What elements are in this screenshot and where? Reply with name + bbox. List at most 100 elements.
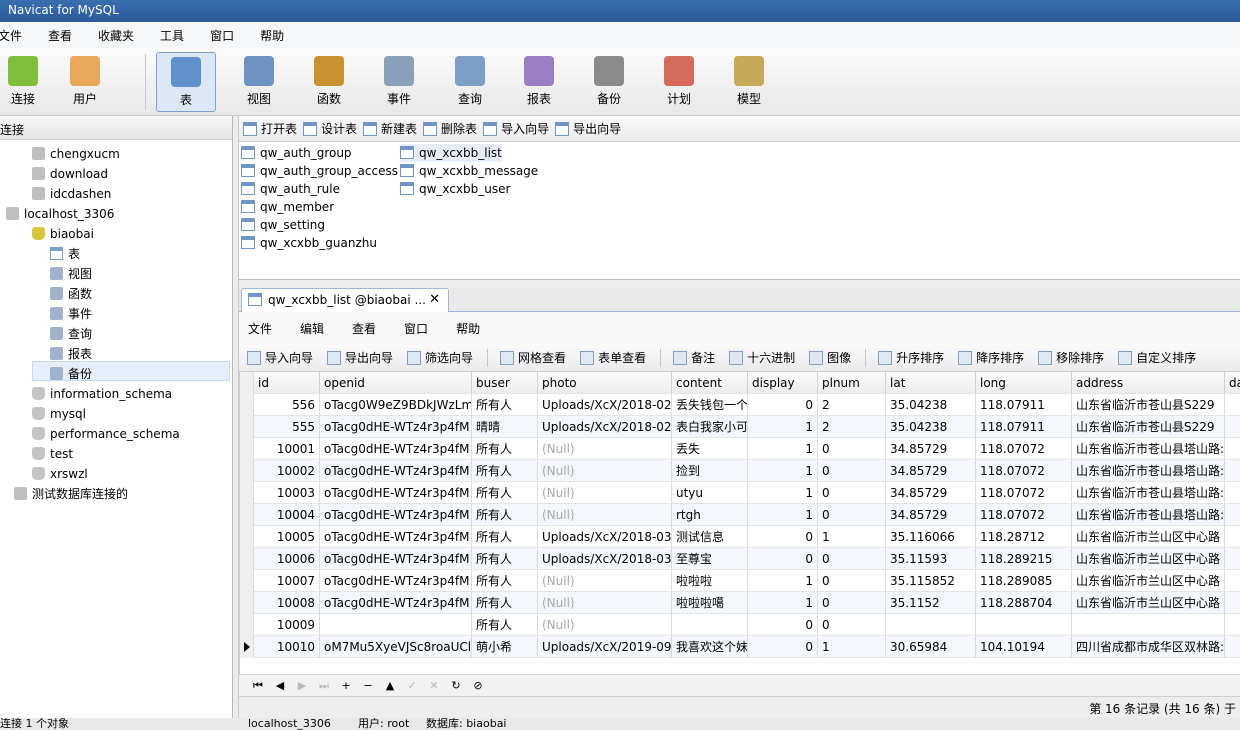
grid-cell-id[interactable]: 10005 <box>254 526 320 548</box>
grid-cell-lat[interactable] <box>886 614 976 636</box>
grid-cell-da[interactable] <box>1225 570 1240 592</box>
grid-cell-da[interactable] <box>1225 460 1240 482</box>
row-indicator[interactable] <box>240 592 254 614</box>
grid-cell-da[interactable] <box>1225 482 1240 504</box>
row-indicator[interactable] <box>240 504 254 526</box>
tree-item-localhost_3306[interactable]: localhost_3306 <box>6 204 114 224</box>
column-header-openid[interactable]: openid <box>320 372 472 394</box>
grid-cell-photo[interactable]: Uploads/XcX/2018-02- <box>538 394 672 416</box>
tree-item-biaobai[interactable]: biaobai <box>32 224 94 244</box>
toolbar-report-button[interactable]: 报表 <box>509 52 569 112</box>
grid-cell-display[interactable]: 1 <box>748 482 818 504</box>
table-item-qw_member[interactable]: qw_member <box>241 198 334 216</box>
toolbar-table-button[interactable]: 表 <box>156 52 216 112</box>
grid-cell-id[interactable]: 556 <box>254 394 320 416</box>
grid-cell-plnum[interactable]: 2 <box>818 416 886 438</box>
tree-item-mysql[interactable]: mysql <box>32 404 86 424</box>
grid-cell-openid[interactable]: oTacg0dHE-WTz4r3p4fM <box>320 482 472 504</box>
grid-cell-content[interactable]: 丢失 <box>672 438 748 460</box>
horizontal-splitter[interactable] <box>239 280 1240 288</box>
grid-cell-long[interactable]: 118.07911 <box>976 416 1072 438</box>
grid-cell-lat[interactable]: 35.11593 <box>886 548 976 570</box>
toolbar-user-button[interactable]: 用户 <box>55 52 115 112</box>
grid-cell-lat[interactable]: 35.1152 <box>886 592 976 614</box>
grid-cell-address[interactable]: 四川省成都市成华区双林路: <box>1072 636 1225 658</box>
export-wizard-button[interactable]: 导出向导 <box>327 349 393 366</box>
grid-cell-da[interactable] <box>1225 416 1240 438</box>
menu-view[interactable]: 查看 <box>48 27 72 44</box>
row-indicator[interactable] <box>240 438 254 460</box>
grid-cell-buser[interactable]: 萌小希 <box>472 636 538 658</box>
table-row[interactable]: 10006 oTacg0dHE-WTz4r3p4fM 所有人 Uploads/XcX/… <box>240 548 1240 570</box>
grid-cell-da[interactable] <box>1225 548 1240 570</box>
refresh-icon[interactable]: ↻ <box>445 679 467 692</box>
grid-cell-photo[interactable]: Uploads/XcX/2018-02- <box>538 416 672 438</box>
grid-cell-id[interactable]: 10001 <box>254 438 320 460</box>
grid-cell-buser[interactable]: 所有人 <box>472 548 538 570</box>
grid-cell-display[interactable]: 1 <box>748 592 818 614</box>
grid-cell-long[interactable]: 118.289215 <box>976 548 1072 570</box>
grid-cell-long[interactable]: 104.10194 <box>976 636 1072 658</box>
grid-cell-id[interactable]: 10008 <box>254 592 320 614</box>
table-row[interactable]: 10003 oTacg0dHE-WTz4r3p4fM 所有人 (Null) utyu 1 0… <box>240 482 1240 504</box>
grid-cell-id[interactable]: 10002 <box>254 460 320 482</box>
table-row[interactable]: 10010 oM7Mu5XyeVJSc8roaUCl 萌小希 Uploads/XcX/… <box>240 636 1240 658</box>
sort-asc-button[interactable]: 升序排序 <box>878 349 944 366</box>
table-item-qw_setting[interactable]: qw_setting <box>241 216 325 234</box>
grid-cell-address[interactable] <box>1072 614 1225 636</box>
grid-cell-content[interactable]: 表白我家小可 <box>672 416 748 438</box>
grid-cell-long[interactable]: 118.07072 <box>976 482 1072 504</box>
grid-cell-photo[interactable]: (Null) <box>538 438 672 460</box>
grid-cell-photo[interactable]: (Null) <box>538 482 672 504</box>
toolbar-schedule-button[interactable]: 计划 <box>649 52 709 112</box>
grid-cell-address[interactable]: 山东省临沂市兰山区中心路 <box>1072 570 1225 592</box>
grid-cell-id[interactable]: 10004 <box>254 504 320 526</box>
grid-cell-address[interactable]: 山东省临沂市兰山区中心路 <box>1072 592 1225 614</box>
next-record-icon[interactable]: ▶ <box>291 679 313 692</box>
image-button[interactable]: 图像 <box>809 349 851 366</box>
grid-cell-content[interactable]: 捡到 <box>672 460 748 482</box>
grid-cell-photo[interactable]: (Null) <box>538 614 672 636</box>
grid-cell-da[interactable] <box>1225 592 1240 614</box>
toolbar-event-button[interactable]: 事件 <box>369 52 429 112</box>
close-tab-icon[interactable]: ✕ <box>429 292 440 307</box>
row-indicator[interactable] <box>240 460 254 482</box>
table-item-qw_auth_group_access[interactable]: qw_auth_group_access <box>241 162 398 180</box>
last-record-icon[interactable]: ⏭ <box>313 679 335 693</box>
grid-cell-lat[interactable]: 34.85729 <box>886 460 976 482</box>
grid-cell-content[interactable]: 我喜欢这个妹 <box>672 636 748 658</box>
cancel-icon[interactable]: ✕ <box>423 679 445 692</box>
column-header-photo[interactable]: photo <box>538 372 672 394</box>
grid-cell-da[interactable] <box>1225 636 1240 658</box>
grid-cell-long[interactable]: 118.289085 <box>976 570 1072 592</box>
grid-cell-photo[interactable]: Uploads/XcX/2018-03- <box>538 548 672 570</box>
inner-menu-edit[interactable]: 编辑 <box>300 320 324 337</box>
grid-cell-display[interactable]: 1 <box>748 570 818 592</box>
grid-cell-openid[interactable]: oTacg0dHE-WTz4r3p4fM <box>320 548 472 570</box>
inner-menu-help[interactable]: 帮助 <box>456 320 480 337</box>
confirm-icon[interactable]: ✓ <box>401 679 423 692</box>
grid-cell-content[interactable] <box>672 614 748 636</box>
column-header-content[interactable]: content <box>672 372 748 394</box>
column-header-buser[interactable]: buser <box>472 372 538 394</box>
grid-cell-display[interactable]: 1 <box>748 504 818 526</box>
grid-cell-id[interactable]: 10009 <box>254 614 320 636</box>
grid-cell-lat[interactable]: 30.65984 <box>886 636 976 658</box>
grid-cell-address[interactable]: 山东省临沂市苍山县S229 <box>1072 416 1225 438</box>
grid-cell-openid[interactable] <box>320 614 472 636</box>
row-indicator[interactable] <box>240 614 254 636</box>
grid-cell-buser[interactable]: 所有人 <box>472 394 538 416</box>
grid-cell-content[interactable]: 至尊宝 <box>672 548 748 570</box>
grid-cell-da[interactable] <box>1225 614 1240 636</box>
row-indicator[interactable] <box>240 482 254 504</box>
column-header-display[interactable]: display <box>748 372 818 394</box>
toolbar-connection-button[interactable]: 连接 <box>0 52 53 112</box>
column-header-plnum[interactable]: plnum <box>818 372 886 394</box>
tree-item-表[interactable]: 表 <box>50 244 80 264</box>
table-row[interactable]: 10007 oTacg0dHE-WTz4r3p4fM 所有人 (Null) 啦啦啦 1 0 3… <box>240 570 1240 592</box>
table-item-qw_xcxbb_guanzhu[interactable]: qw_xcxbb_guanzhu <box>241 234 377 252</box>
grid-cell-display[interactable]: 0 <box>748 636 818 658</box>
grid-cell-photo[interactable]: Uploads/XcX/2019-09- <box>538 636 672 658</box>
grid-cell-content[interactable]: utyu <box>672 482 748 504</box>
grid-cell-address[interactable]: 山东省临沂市苍山县S229 <box>1072 394 1225 416</box>
